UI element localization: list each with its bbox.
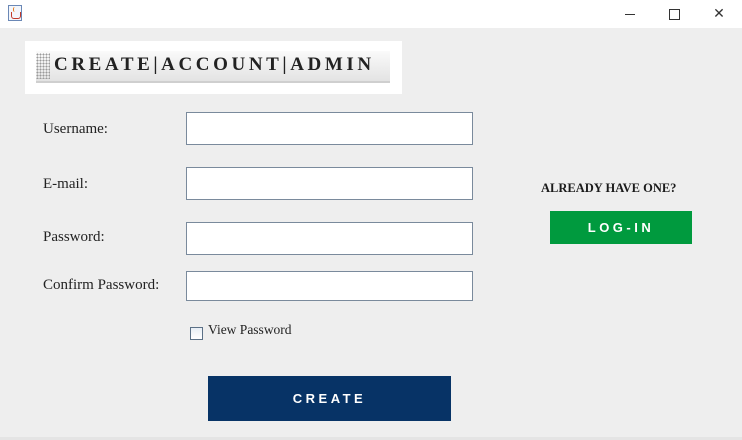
header-plate: CREATE|ACCOUNT|ADMIN	[36, 51, 390, 83]
minimize-button[interactable]	[607, 0, 653, 28]
java-cup-icon	[8, 5, 22, 21]
login-button[interactable]: LOG-IN	[550, 211, 692, 244]
maximize-button[interactable]	[651, 0, 697, 28]
confirm-password-input[interactable]	[186, 271, 473, 301]
email-label: E-mail:	[43, 176, 88, 192]
already-have-account-label: ALREADY HAVE ONE?	[541, 181, 677, 195]
password-label: Password:	[43, 229, 105, 245]
confirm-password-label: Confirm Password:	[43, 277, 160, 293]
close-button[interactable]: ✕	[696, 0, 742, 28]
username-label: Username:	[43, 121, 108, 137]
maximize-icon	[668, 8, 680, 20]
dot-pattern-decoration	[36, 53, 50, 79]
title-bar: ✕	[0, 0, 742, 28]
username-input[interactable]	[186, 112, 473, 145]
password-input[interactable]	[186, 222, 473, 255]
close-icon: ✕	[713, 6, 725, 22]
minimize-icon	[625, 13, 635, 15]
email-input[interactable]	[186, 167, 473, 200]
create-button[interactable]: CREATE	[208, 376, 451, 421]
header-banner: CREATE|ACCOUNT|ADMIN	[25, 41, 402, 94]
view-password-checkbox[interactable]	[190, 327, 203, 340]
page-title: CREATE|ACCOUNT|ADMIN	[54, 54, 375, 75]
view-password-label: View Password	[208, 322, 292, 337]
